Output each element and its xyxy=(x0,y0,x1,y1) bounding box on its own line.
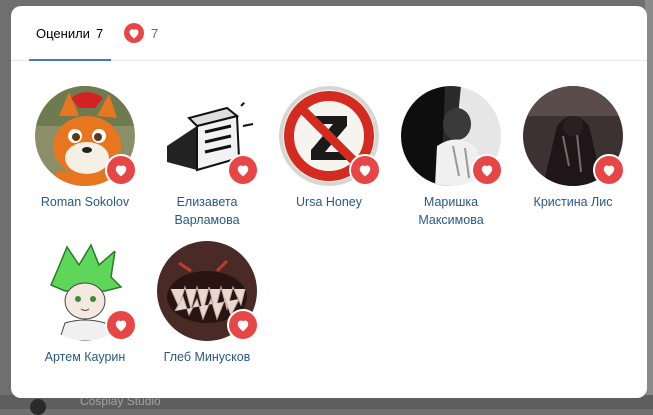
heart-icon xyxy=(471,154,503,186)
liker-name[interactable]: Маришка Максимова xyxy=(391,193,511,229)
likes-modal: Оценили 7 7 Roman Sokolov Елизавета Варл… xyxy=(11,6,647,398)
heart-icon xyxy=(349,154,381,186)
liker-name[interactable]: Артем Каурин xyxy=(25,348,145,366)
liker-name[interactable]: Глеб Минусков xyxy=(147,348,267,366)
background-avatar xyxy=(30,399,46,415)
liker-name[interactable]: Ursa Honey xyxy=(269,193,389,211)
heart-icon xyxy=(105,154,137,186)
heart-icon xyxy=(593,154,625,186)
tab-liked[interactable]: Оценили 7 xyxy=(30,6,109,60)
tab-reaction-heart[interactable]: 7 xyxy=(124,6,158,60)
tab-liked-label: Оценили xyxy=(36,25,90,41)
tab-liked-count: 7 xyxy=(95,25,104,41)
heart-icon xyxy=(227,154,259,186)
tab-reaction-count: 7 xyxy=(151,25,159,41)
likes-tabs: Оценили 7 7 xyxy=(11,6,647,61)
heart-icon xyxy=(227,309,259,341)
liker-name[interactable]: Елизавета Варламова xyxy=(147,193,267,229)
tab-active-indicator xyxy=(29,59,111,61)
heart-icon xyxy=(124,23,144,43)
heart-icon xyxy=(105,309,137,341)
liker-name[interactable]: Кристина Лис xyxy=(513,193,633,211)
liker-name[interactable]: Roman Sokolov xyxy=(25,193,145,211)
